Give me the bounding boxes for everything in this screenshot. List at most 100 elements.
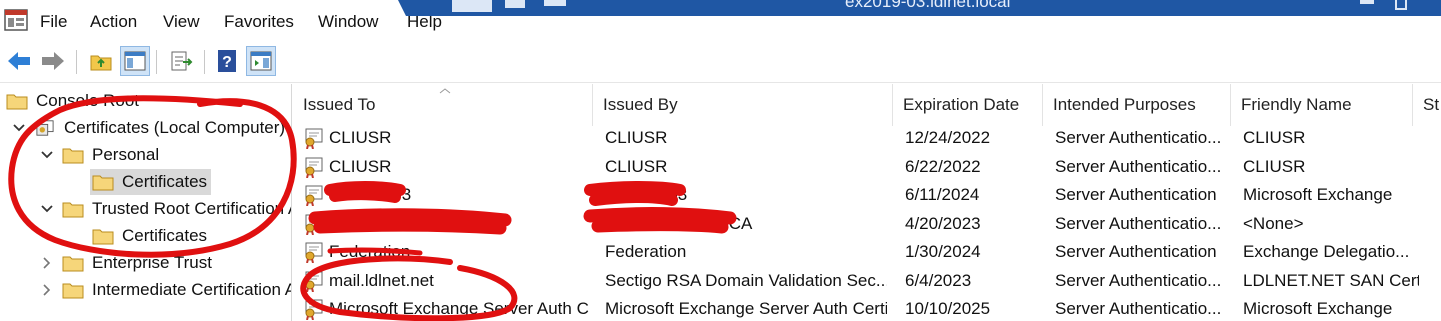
menu-file[interactable]: File [40, 12, 67, 32]
table-cell: CLIUSR [329, 156, 392, 176]
certificate-key-icon [305, 128, 323, 149]
tree-item-personal-certificates[interactable]: Certificates [90, 169, 212, 195]
svg-text:?: ? [222, 54, 232, 71]
tree-item-label: Personal [92, 145, 160, 164]
table-row[interactable]: ex2019-03.ldlnet.local LDLNET-ROOT-CA 4/20… [293, 210, 1441, 239]
tree-item-console-root[interactable]: Console Root [6, 88, 139, 114]
mmc-app-icon [4, 9, 28, 31]
certificate-key-icon [305, 299, 323, 320]
tree-item-certificates-local-computer[interactable]: Certificates (Local Computer) [12, 115, 285, 141]
toolbar: ? [0, 44, 1441, 83]
toolbar-separator [204, 50, 205, 74]
sort-ascending-icon [439, 88, 451, 94]
table-cell: Server Authenticatio... [1055, 299, 1222, 318]
certificate-key-icon [305, 157, 323, 178]
table-cell: LDLNET.NET SAN Cert [1243, 270, 1419, 290]
tree-item-label: Intermediate Certification Authorities [92, 280, 291, 299]
table-row[interactable]: CLIUSR CLIUSR 12/24/2022 Server Authenticat… [293, 124, 1441, 153]
chevron-right-icon[interactable] [40, 283, 54, 297]
table-cell: Sectigo RSA Domain Validation Sec... [605, 270, 887, 290]
table-cell: Federation [605, 242, 687, 261]
folder-icon [62, 283, 84, 299]
banner-restore-icon[interactable] [1395, 0, 1407, 10]
table-cell: ex2019-03.ldlnet.local [329, 213, 495, 233]
table-row[interactable]: Ex2019-03 Ex2019-03 6/11/2024 Server Authen… [293, 181, 1441, 210]
folder-icon [6, 94, 28, 110]
column-label: Expiration Date [903, 95, 1020, 114]
table-cell: Server Authenticatio... [1055, 128, 1222, 147]
action-pane-icon[interactable] [246, 46, 276, 76]
menu-view[interactable]: View [163, 12, 200, 32]
column-label: Intended Purposes [1053, 95, 1196, 114]
forward-arrow-icon[interactable] [38, 46, 68, 76]
table-row[interactable]: CLIUSR CLIUSR 6/22/2022 Server Authenticati… [293, 153, 1441, 182]
tree-item-label: Trusted Root Certification Authorities [92, 199, 291, 218]
table-row[interactable]: Federation Federation 1/30/2024 Server Auth… [293, 238, 1441, 267]
folder-icon [62, 202, 84, 218]
table-cell: Ex2019-03 [329, 185, 412, 204]
chevron-down-icon[interactable] [40, 202, 54, 216]
table-cell: 12/24/2022 [905, 128, 991, 147]
chevron-down-icon[interactable] [12, 121, 26, 135]
tree-item-label: Certificates [122, 226, 208, 245]
table-cell: CLIUSR [605, 128, 668, 147]
chevron-down-icon[interactable] [40, 148, 54, 162]
certificate-key-icon [305, 242, 323, 263]
tree-item-label: Enterprise Trust [92, 253, 212, 272]
folder-icon [92, 229, 114, 245]
column-header-status[interactable]: St [1413, 84, 1441, 126]
certificate-key-icon [305, 185, 323, 206]
column-header-issued-by[interactable]: Issued By [593, 84, 893, 126]
table-cell: Microsoft Exchange Server Auth Certifica… [605, 299, 887, 318]
table-cell: LDLNET-ROOT-CA [605, 213, 753, 233]
table-cell: Server Authentication [1055, 185, 1217, 204]
table-cell: 6/4/2023 [905, 270, 972, 290]
help-icon[interactable]: ? [212, 46, 242, 76]
tree-item-intermediate[interactable]: Intermediate Certification Authorities [40, 277, 291, 303]
banner-screen-icon[interactable] [505, 0, 525, 8]
menu-favorites[interactable]: Favorites [224, 12, 294, 32]
table-cell: CLIUSR [1243, 128, 1306, 147]
column-header-friendly-name[interactable]: Friendly Name [1231, 84, 1413, 126]
certificate-key-icon [305, 271, 323, 292]
tree-item-trusted-root-certificates[interactable]: Certificates [92, 223, 207, 249]
table-cell: Server Authenticatio... [1055, 213, 1222, 233]
tree-item-label: Certificates (Local Computer) [64, 118, 286, 137]
column-label: Friendly Name [1241, 95, 1352, 114]
banner-title: ex2019-03.ldlnet.local [845, 0, 1011, 11]
table-cell: CLIUSR [329, 128, 392, 147]
menu-window[interactable]: Window [318, 12, 378, 32]
table-row[interactable]: Microsoft Exchange Server Auth Certifica… [293, 295, 1441, 321]
tree-item-personal[interactable]: Personal [40, 142, 159, 168]
tree-item-trusted-root[interactable]: Trusted Root Certification Authorities [40, 196, 291, 222]
show-hide-tree-icon[interactable] [120, 46, 150, 76]
up-folder-icon[interactable] [86, 46, 116, 76]
column-header-expiration-date[interactable]: Expiration Date [893, 84, 1043, 126]
tree-item-label: Console Root [36, 91, 140, 110]
table-row[interactable]: mail.ldlnet.net Sectigo RSA Domain Valida… [293, 267, 1441, 296]
banner-minimize-icon[interactable] [1360, 0, 1374, 4]
column-label: Issued By [603, 95, 678, 114]
tree-item-label: Certificates [122, 172, 208, 191]
table-cell: CLIUSR [1243, 156, 1306, 176]
table-cell: Microsoft Exchange Server Auth Certifica… [329, 299, 589, 318]
back-arrow-icon[interactable] [4, 46, 34, 76]
chevron-right-icon[interactable] [40, 256, 54, 270]
column-header-intended-purposes[interactable]: Intended Purposes [1043, 84, 1231, 126]
table-cell: mail.ldlnet.net [329, 270, 434, 290]
table-cell: Microsoft Exchange [1243, 299, 1393, 318]
column-label: St [1423, 95, 1440, 114]
export-list-icon[interactable] [166, 46, 196, 76]
console-tree: Console Root Certificates (Local Compute… [0, 84, 292, 321]
table-cell: Microsoft Exchange [1243, 185, 1393, 204]
column-label: Issued To [303, 95, 376, 114]
banner-pin-button[interactable] [452, 0, 492, 12]
folder-icon [92, 175, 114, 191]
table-cell: Federation [329, 242, 411, 261]
menu-action[interactable]: Action [90, 12, 137, 32]
table-cell: Server Authentication [1055, 242, 1217, 261]
toolbar-separator [76, 50, 77, 74]
column-header-issued-to[interactable]: Issued To [293, 84, 593, 126]
certificate-store-icon [36, 120, 54, 136]
tree-item-enterprise-trust[interactable]: Enterprise Trust [40, 250, 212, 276]
